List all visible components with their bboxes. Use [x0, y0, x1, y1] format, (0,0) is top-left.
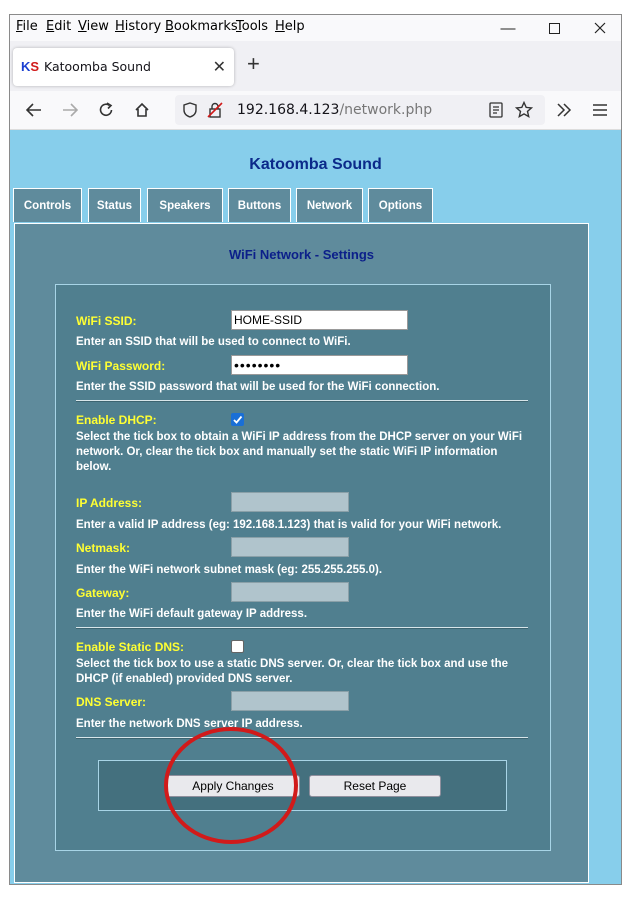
- menu-bar: File Edit View History Bookmarks Tools H…: [10, 15, 621, 41]
- menu-edit[interactable]: Edit: [46, 19, 71, 34]
- menu-view[interactable]: View: [78, 19, 109, 34]
- nav-tab-network[interactable]: Network: [296, 188, 363, 222]
- netmask-input[interactable]: [231, 537, 349, 557]
- back-arrow-icon[interactable]: [20, 97, 48, 123]
- close-tab-icon[interactable]: ✕: [213, 57, 226, 77]
- ssid-input[interactable]: [231, 310, 408, 330]
- settings-panel: WiFi Network - Settings WiFi SSID: Enter…: [14, 223, 589, 883]
- password-input[interactable]: ••••••••: [231, 355, 408, 375]
- nav-tab-options[interactable]: Options: [368, 188, 433, 222]
- nav-tab-controls[interactable]: Controls: [13, 188, 82, 222]
- checkmark-icon: [233, 415, 243, 424]
- ip-address-description: Enter a valid IP address (eg: 192.168.1.…: [76, 519, 502, 531]
- page-content: Katoomba Sound Controls Status Speakers …: [10, 130, 621, 884]
- nav-tab-buttons[interactable]: Buttons: [228, 188, 291, 222]
- dns-server-description: Enter the network DNS server IP address.: [76, 718, 303, 730]
- dhcp-label: Enable DHCP:: [76, 413, 157, 427]
- panel-title: WiFi Network - Settings: [228, 247, 375, 262]
- menu-tools[interactable]: Tools: [236, 19, 268, 34]
- navigation-bar: 192.168.4.123/network.php: [10, 91, 621, 130]
- tab-strip: KS Katoomba Sound ✕ +: [10, 41, 621, 91]
- ssid-description: Enter an SSID that will be used to conne…: [76, 336, 351, 348]
- settings-form: WiFi SSID: Enter an SSID that will be us…: [55, 284, 551, 851]
- shield-icon[interactable]: [183, 102, 197, 123]
- divider: [76, 737, 528, 739]
- static-dns-description: Select the tick box to use a static DNS …: [76, 658, 509, 685]
- overflow-chevrons-icon[interactable]: [550, 97, 578, 123]
- gateway-label: Gateway:: [76, 586, 130, 600]
- tab-title: Katoomba Sound: [44, 59, 151, 74]
- home-icon[interactable]: [128, 97, 156, 123]
- browser-tab[interactable]: KS Katoomba Sound ✕: [13, 48, 234, 86]
- dns-server-input[interactable]: [231, 691, 349, 711]
- browser-window: File Edit View History Bookmarks Tools H…: [9, 14, 622, 885]
- nav-tab-status[interactable]: Status: [88, 188, 141, 222]
- site-title: Katoomba Sound: [249, 156, 382, 173]
- ip-address-input[interactable]: [231, 492, 349, 512]
- menu-file[interactable]: File: [16, 19, 38, 34]
- menu-help[interactable]: Help: [275, 19, 305, 34]
- password-description: Enter the SSID password that will be use…: [76, 381, 440, 393]
- minimize-icon[interactable]: —: [485, 15, 531, 41]
- menu-bookmarks[interactable]: Bookmarks: [165, 19, 238, 34]
- menu-history[interactable]: History: [115, 19, 161, 34]
- netmask-description: Enter the WiFi network subnet mask (eg: …: [76, 564, 383, 576]
- hamburger-menu-icon[interactable]: [586, 97, 614, 123]
- close-window-icon[interactable]: [577, 15, 621, 41]
- nav-tab-speakers[interactable]: Speakers: [147, 188, 223, 222]
- divider: [76, 627, 528, 629]
- reset-page-button[interactable]: Reset Page: [309, 775, 441, 797]
- site-favicon-icon: KS: [21, 59, 40, 74]
- insecure-lock-icon[interactable]: [207, 102, 223, 123]
- new-tab-icon[interactable]: +: [247, 51, 260, 77]
- divider: [76, 400, 528, 402]
- url-text: 192.168.4.123/network.php: [237, 102, 433, 118]
- static-dns-checkbox[interactable]: [231, 640, 244, 653]
- dns-server-label: DNS Server:: [76, 695, 147, 709]
- ip-address-label: IP Address:: [76, 496, 143, 510]
- button-area: Apply Changes Reset Page: [98, 760, 507, 811]
- bookmark-star-icon[interactable]: [510, 97, 538, 123]
- static-dns-label: Enable Static DNS:: [76, 640, 185, 654]
- dhcp-description: Select the tick box to obtain a WiFi IP …: [76, 431, 523, 473]
- reader-view-icon[interactable]: [482, 97, 510, 123]
- netmask-label: Netmask:: [76, 541, 131, 555]
- red-circle-annotation: [164, 727, 298, 844]
- forward-arrow-icon[interactable]: [56, 97, 84, 123]
- gateway-input[interactable]: [231, 582, 349, 602]
- ssid-label: WiFi SSID:: [76, 314, 137, 328]
- maximize-icon[interactable]: [531, 15, 577, 41]
- reload-icon[interactable]: [92, 97, 120, 123]
- gateway-description: Enter the WiFi default gateway IP addres…: [76, 608, 308, 620]
- password-label: WiFi Password:: [76, 359, 166, 373]
- dhcp-checkbox[interactable]: [231, 413, 244, 426]
